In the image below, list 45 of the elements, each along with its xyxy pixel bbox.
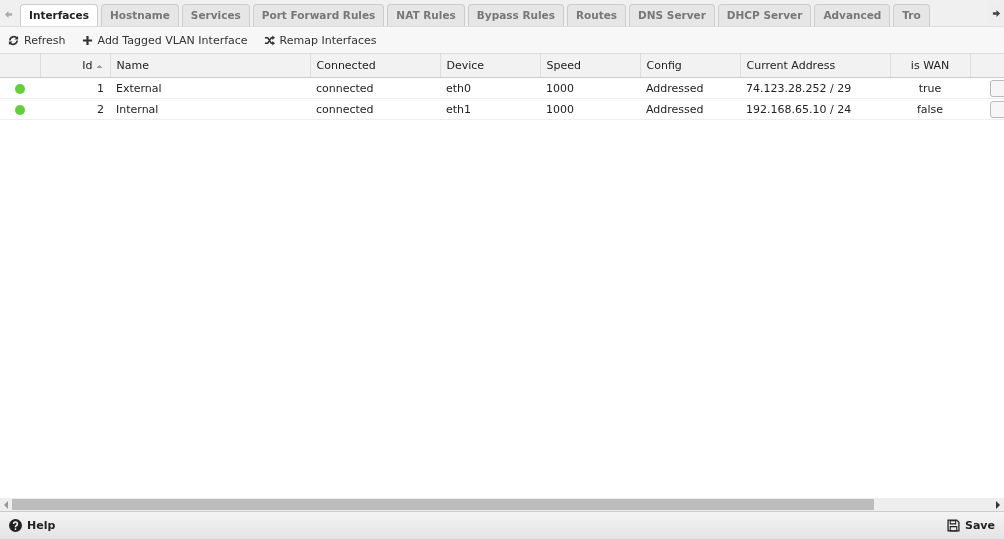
table-cell: 1000 — [540, 98, 640, 120]
tab[interactable]: DHCP Server — [717, 4, 812, 26]
table-cell: Addressed — [640, 98, 740, 120]
table-cell: 1 — [40, 77, 110, 99]
column-header[interactable]: Name — [110, 54, 310, 78]
toolbar-button[interactable]: Refresh — [7, 31, 67, 49]
tab[interactable]: Hostname — [100, 4, 179, 26]
tab[interactable]: Tro — [893, 4, 930, 26]
toolbar-button[interactable]: Remap Interfaces — [262, 31, 378, 49]
table-cell: connected — [310, 98, 440, 120]
table-cell: false — [890, 98, 970, 120]
table-cell: Internal — [110, 98, 310, 120]
column-header[interactable]: Id — [40, 54, 110, 78]
tab[interactable]: Interfaces — [20, 4, 98, 26]
help-icon — [9, 519, 22, 532]
table-cell: 192.168.65.10 / 24 — [740, 98, 890, 120]
save-button[interactable]: Save — [944, 517, 998, 534]
tab[interactable]: Bypass Rules — [467, 4, 564, 26]
table-cell: External — [110, 77, 310, 99]
tab[interactable]: DNS Server — [629, 4, 715, 26]
table-cell: 2 — [40, 98, 110, 120]
tab[interactable]: Advanced — [814, 4, 891, 26]
column-header[interactable]: Device — [440, 54, 540, 78]
table-cell: connected — [310, 77, 440, 99]
table-cell: true — [890, 77, 970, 99]
table-cell: 74.123.28.252 / 29 — [740, 77, 890, 99]
shuffle-icon — [263, 34, 275, 46]
tab[interactable]: Routes — [566, 4, 627, 26]
tab[interactable]: NAT Rules — [387, 4, 465, 26]
help-button[interactable]: Help — [6, 517, 59, 534]
table-cell: eth1 — [440, 98, 540, 120]
toolbar-button[interactable]: Add Tagged VLAN Interface — [80, 31, 249, 49]
table-cell: 1000 — [540, 77, 640, 99]
column-header[interactable]: is WAN — [890, 54, 970, 78]
tab[interactable]: Port Forward Rules — [252, 4, 385, 26]
column-header[interactable]: Speed — [540, 54, 640, 78]
refresh-icon — [8, 34, 19, 46]
table-cell: eth0 — [440, 77, 540, 99]
table-cell: Addressed — [640, 77, 740, 99]
column-header[interactable]: Config — [640, 54, 740, 78]
horizontal-scrollbar[interactable] — [0, 498, 1004, 511]
column-header[interactable]: Current Address — [740, 54, 890, 78]
tab[interactable]: Services — [181, 4, 250, 26]
column-header[interactable]: Connected — [310, 54, 440, 78]
plus-icon — [81, 34, 93, 46]
